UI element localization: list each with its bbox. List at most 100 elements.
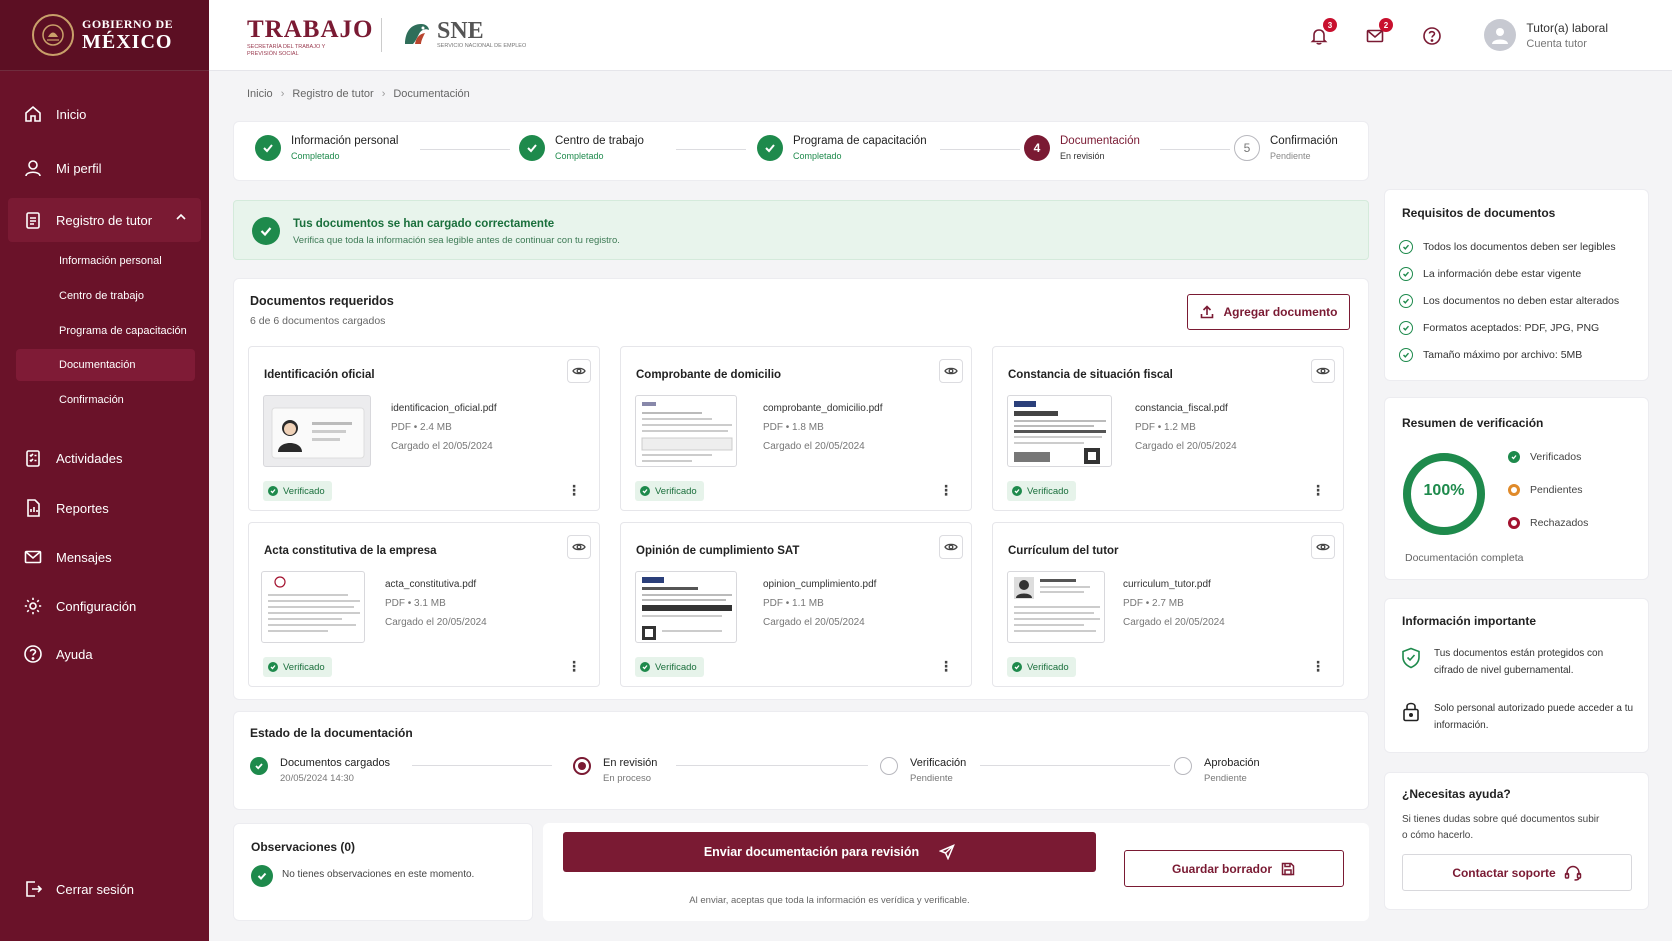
important-title: Información importante: [1402, 614, 1537, 628]
sidebar-item-reportes[interactable]: Reportes: [0, 488, 209, 528]
sne-logo[interactable]: SNE SERVICIO NACIONAL DE EMPLEO: [401, 18, 526, 50]
headset-icon: [1564, 865, 1581, 881]
logout-button[interactable]: Cerrar sesión: [0, 869, 209, 909]
user-avatar-icon: [1492, 28, 1509, 44]
notifications-button[interactable]: 3: [1307, 18, 1337, 48]
sidebar-item-registro[interactable]: Registro de tutor: [8, 198, 201, 242]
step-programa[interactable]: Programa de capacitación Completado: [757, 135, 927, 161]
sidebar-item-ayuda[interactable]: Ayuda: [0, 634, 209, 674]
requirements-title: Requisitos de documentos: [1402, 206, 1556, 220]
messages-button[interactable]: 2: [1363, 18, 1393, 48]
status-sub: 20/05/2024 14:30: [280, 773, 354, 784]
stepper-connector: [420, 149, 510, 150]
step-status: Completado: [555, 151, 604, 161]
step-confirmacion[interactable]: 5 Confirmación Pendiente: [1234, 135, 1338, 161]
sidebar-label-inicio: Inicio: [56, 106, 87, 122]
sidebar-sub-centro-trabajo[interactable]: Centro de trabajo: [16, 280, 195, 312]
gobierno-logo[interactable]: GOBIERNO DE MÉXICO: [0, 0, 209, 71]
more-options-icon[interactable]: ⋮: [939, 481, 953, 499]
requirement-item: La información debe estar vigente: [1399, 267, 1581, 281]
sidebar-label-reportes: Reportes: [56, 500, 109, 516]
document-meta: PDF • 1.1 MB: [763, 598, 824, 609]
help-icon: [22, 643, 44, 665]
preview-button[interactable]: [1311, 359, 1335, 383]
sidebar-item-actividades[interactable]: Actividades: [0, 438, 209, 478]
document-thumbnail[interactable]: [635, 571, 737, 643]
legend-rechazados: Rechazados: [1508, 517, 1588, 529]
document-title: Opinión de cumplimiento SAT: [636, 545, 800, 557]
status-title: Estado de la documentación: [250, 726, 413, 740]
messages-badge: 2: [1379, 18, 1393, 32]
document-filename: opinion_cumplimiento.pdf: [763, 579, 877, 590]
more-options-icon[interactable]: ⋮: [567, 657, 581, 675]
more-options-icon[interactable]: ⋮: [1311, 657, 1325, 675]
sidebar-label-ayuda: Ayuda: [56, 646, 93, 662]
submit-documents-button[interactable]: Enviar documentación para revisión: [563, 832, 1096, 872]
document-date: Cargado el 20/05/2024: [763, 617, 865, 628]
check-icon: [255, 135, 281, 161]
upload-icon: [1201, 305, 1214, 319]
document-thumbnail[interactable]: [1007, 571, 1105, 643]
status-step-aprobacion: Aprobación Pendiente: [1174, 757, 1260, 784]
status-sub: Pendiente: [1204, 773, 1247, 784]
help-button[interactable]: [1420, 24, 1444, 48]
alert-title: Tus documentos se han cargado correctame…: [293, 218, 555, 230]
trabajo-logo[interactable]: TRABAJO SECRETARÍA DEL TRABAJO Y PREVISI…: [247, 17, 373, 57]
save-draft-button[interactable]: Guardar borrador: [1124, 850, 1344, 887]
preview-button[interactable]: [939, 359, 963, 383]
document-title: Currículum del tutor: [1008, 545, 1119, 557]
more-options-icon[interactable]: ⋮: [567, 481, 581, 499]
sidebar-sub-programa[interactable]: Programa de capacitación: [16, 315, 195, 347]
contact-support-button[interactable]: Contactar soporte: [1402, 854, 1632, 891]
breadcrumb: Inicio › Registro de tutor › Documentaci…: [247, 88, 470, 100]
logout-label: Cerrar sesión: [56, 881, 135, 897]
check-icon: [1012, 662, 1022, 672]
document-thumbnail[interactable]: [1007, 395, 1112, 467]
document-thumbnail[interactable]: [635, 395, 737, 467]
alert-text: Verifica que toda la información sea leg…: [293, 235, 620, 246]
step-status: Completado: [793, 151, 842, 161]
user-menu[interactable]: Tutor(a) laboral Cuenta tutor: [1484, 19, 1608, 51]
add-document-button[interactable]: Agregar documento: [1187, 294, 1350, 330]
chevron-right-icon: ›: [280, 88, 285, 100]
document-date: Cargado el 20/05/2024: [1135, 441, 1237, 452]
step-label: Centro de trabajo: [555, 135, 644, 147]
eye-icon: [572, 367, 586, 375]
sne-emblem-icon: [405, 24, 429, 44]
pending-dot-icon: [1508, 484, 1520, 496]
notifications-badge: 3: [1323, 18, 1337, 32]
preview-button[interactable]: [1311, 535, 1335, 559]
more-options-icon[interactable]: ⋮: [939, 657, 953, 675]
step-documentacion[interactable]: 4 Documentación En revisión: [1024, 135, 1140, 161]
sidebar-sub-documentacion[interactable]: Documentación: [16, 349, 195, 381]
verified-badge: Verificado: [1007, 657, 1076, 677]
preview-button[interactable]: [939, 535, 963, 559]
submit-label: Enviar documentación para revisión: [703, 845, 920, 859]
national-seal-icon: [32, 14, 74, 56]
step-centro-trabajo[interactable]: Centro de trabajo Completado: [519, 135, 644, 161]
document-thumbnail[interactable]: [261, 571, 365, 643]
preview-button[interactable]: [567, 535, 591, 559]
sidebar-item-mensajes[interactable]: Mensajes: [0, 537, 209, 577]
logout-icon: [22, 878, 44, 900]
sidebar-item-configuracion[interactable]: Configuración: [0, 586, 209, 626]
breadcrumb-inicio[interactable]: Inicio: [247, 88, 273, 100]
more-options-icon[interactable]: ⋮: [1311, 481, 1325, 499]
step-informacion-personal[interactable]: Información personal Completado: [255, 135, 398, 161]
chevron-right-icon: ›: [381, 88, 386, 100]
breadcrumb-registro[interactable]: Registro de tutor: [292, 88, 373, 100]
chevron-up-icon[interactable]: [175, 211, 187, 226]
preview-button[interactable]: [567, 359, 591, 383]
contact-support-label: Contactar soporte: [1452, 865, 1556, 880]
trabajo-title: TRABAJO: [247, 16, 374, 43]
submit-disclaimer: Al enviar, aceptas que toda la informaci…: [689, 895, 970, 906]
tax-document-preview: [1014, 401, 1106, 464]
sidebar-sub-confirmacion[interactable]: Confirmación: [16, 384, 195, 416]
sidebar-item-perfil[interactable]: Mi perfil: [0, 148, 209, 188]
sidebar-sub-informacion-personal[interactable]: Información personal: [16, 245, 195, 277]
document-thumbnail[interactable]: [263, 395, 371, 467]
sidebar-item-inicio[interactable]: Inicio: [0, 94, 209, 134]
verified-badge: Verificado: [263, 657, 332, 677]
checklist-icon: [22, 447, 44, 469]
radio-pending-icon: [880, 757, 898, 775]
